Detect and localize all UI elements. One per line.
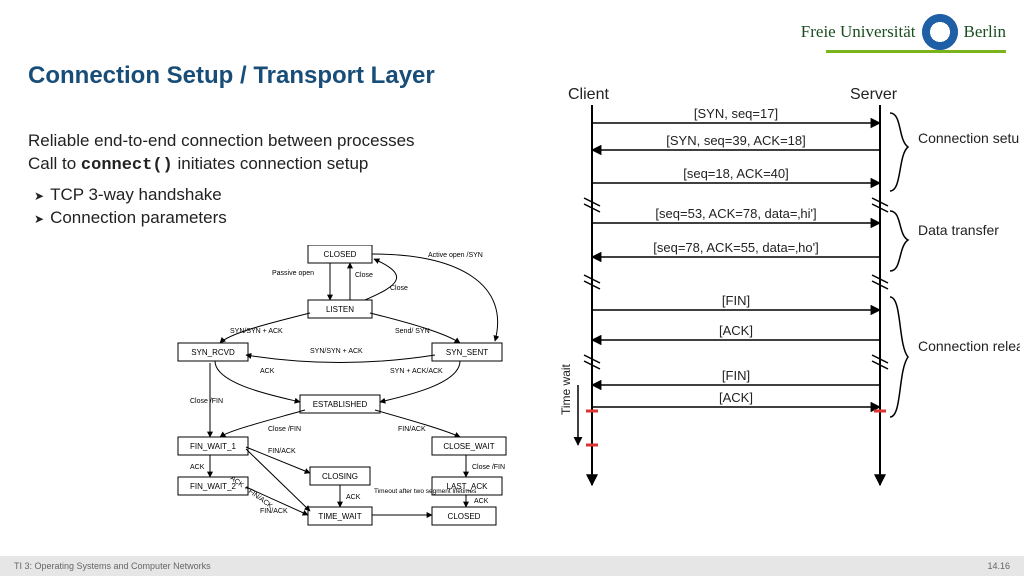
time-wait-label: Time wait — [559, 363, 573, 415]
svg-text:SYN/SYN + ACK: SYN/SYN + ACK — [230, 328, 283, 335]
brand-rule — [826, 50, 1006, 53]
phase-release: Connection release — [918, 338, 1020, 354]
svg-text:SYN/SYN + ACK: SYN/SYN + ACK — [310, 348, 363, 355]
svg-text:CLOSED: CLOSED — [448, 512, 481, 521]
seq-label-3: [seq=53, ACK=78, data=‚hi'] — [655, 206, 816, 221]
footer-right: 14.16 — [987, 561, 1010, 571]
phase-data: Data transfer — [918, 222, 999, 238]
svg-text:Close: Close — [390, 285, 408, 292]
university-brand: Freie Universität Berlin — [801, 14, 1006, 50]
svg-text:ACK: ACK — [346, 494, 361, 501]
svg-text:Active open /SYN: Active open /SYN — [428, 252, 483, 259]
svg-text:FIN/ACK: FIN/ACK — [260, 508, 288, 515]
svg-text:SYN_SENT: SYN_SENT — [446, 348, 488, 357]
phase-setup: Connection setup — [918, 130, 1020, 146]
svg-text:Close /FIN: Close /FIN — [190, 398, 223, 405]
state-fin-wait-1: FIN_WAIT_1 — [178, 437, 248, 455]
svg-text:FIN_WAIT_2: FIN_WAIT_2 — [190, 482, 236, 491]
svg-text:SYN_RCVD: SYN_RCVD — [191, 348, 235, 357]
svg-text:FIN/ACK: FIN/ACK — [268, 448, 296, 455]
svg-text:LISTEN: LISTEN — [326, 305, 354, 314]
state-time-wait: TIME_WAIT — [308, 507, 372, 525]
svg-text:CLOSE_WAIT: CLOSE_WAIT — [443, 442, 494, 451]
state-closing: CLOSING — [310, 467, 370, 485]
body-text: Reliable end-to-end connection between p… — [28, 130, 498, 230]
state-close-wait: CLOSE_WAIT — [432, 437, 506, 455]
seq-label-7: [FIN] — [722, 368, 750, 383]
state-listen: LISTEN — [308, 300, 372, 318]
state-syn-sent: SYN_SENT — [432, 343, 502, 361]
seq-label-8: [ACK] — [719, 390, 753, 405]
svg-text:FIN_WAIT_1: FIN_WAIT_1 — [190, 442, 236, 451]
svg-text:Send/ SYN: Send/ SYN — [395, 328, 430, 335]
state-closed-bottom: CLOSED — [432, 507, 496, 525]
state-established: ESTABLISHED — [300, 395, 380, 413]
svg-text:Passive open: Passive open — [272, 270, 314, 277]
bullet-2: Connection parameters — [34, 207, 498, 230]
sequence-diagram: Client Server Connection setup Data tran… — [550, 85, 1020, 535]
brand-left: Freie Universität — [801, 22, 916, 42]
paragraph-1: Reliable end-to-end connection between p… — [28, 130, 498, 153]
svg-text:ACK: ACK — [260, 368, 275, 375]
server-label: Server — [850, 86, 898, 103]
break-2 — [584, 275, 888, 289]
seq-label-6: [ACK] — [719, 323, 753, 338]
seq-label-4: [seq=78, ACK=55, data=‚ho'] — [653, 240, 818, 255]
seq-label-1: [SYN, seq=39, ACK=18] — [666, 133, 805, 148]
svg-text:CLOSED: CLOSED — [324, 250, 357, 259]
svg-text:TIME_WAIT: TIME_WAIT — [318, 512, 361, 521]
break-3 — [584, 355, 888, 369]
svg-text:ESTABLISHED: ESTABLISHED — [313, 400, 368, 409]
svg-text:Close: Close — [355, 272, 373, 279]
brand-right: Berlin — [964, 22, 1007, 42]
svg-text:Close /FIN: Close /FIN — [268, 426, 301, 433]
svg-text:ACK: ACK — [474, 498, 489, 505]
tcp-state-diagram: CLOSED LISTEN SYN_RCVD SYN_SENT ESTABLIS… — [160, 245, 520, 540]
university-seal-icon — [922, 14, 958, 50]
svg-text:ACK: ACK — [190, 464, 205, 471]
svg-text:SYN + ACK/ACK: SYN + ACK/ACK — [390, 368, 443, 375]
svg-text:Close /FIN: Close /FIN — [472, 464, 505, 471]
state-syn-rcvd: SYN_RCVD — [178, 343, 248, 361]
page-title: Connection Setup / Transport Layer — [28, 62, 435, 90]
seq-label-5: [FIN] — [722, 293, 750, 308]
svg-text:FIN/ACK: FIN/ACK — [398, 426, 426, 433]
footer: TI 3: Operating Systems and Computer Net… — [0, 556, 1024, 576]
bullet-1: TCP 3-way handshake — [34, 184, 498, 207]
code-connect: connect() — [81, 156, 173, 175]
client-label: Client — [568, 86, 609, 103]
svg-text:CLOSING: CLOSING — [322, 472, 358, 481]
svg-text:Timeout after two segment life: Timeout after two segment lifetimes — [374, 488, 477, 495]
state-closed-top: CLOSED — [308, 245, 372, 263]
footer-left: TI 3: Operating Systems and Computer Net… — [14, 561, 211, 571]
seq-label-2: [seq=18, ACK=40] — [683, 166, 789, 181]
seq-label-0: [SYN, seq=17] — [694, 106, 778, 121]
paragraph-2: Call to connect() initiates connection s… — [28, 153, 498, 178]
